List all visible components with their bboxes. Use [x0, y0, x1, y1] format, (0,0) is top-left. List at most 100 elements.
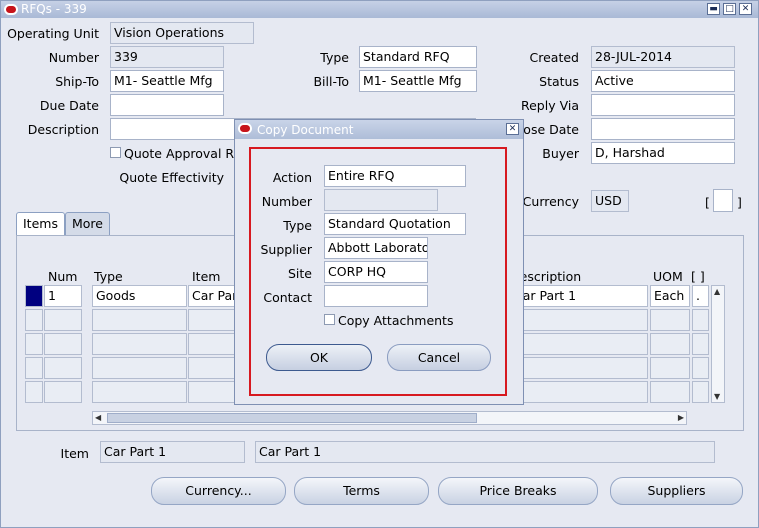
created-field: 28-JUL-2014: [591, 46, 735, 68]
empty-cell[interactable]: [44, 357, 82, 379]
empty-cell[interactable]: [650, 333, 690, 355]
dialog-type-label: Type: [283, 218, 312, 233]
close-icon[interactable]: ✕: [739, 3, 752, 15]
empty-cell[interactable]: [692, 333, 709, 355]
row-item-cell[interactable]: Car Part 1: [188, 285, 238, 307]
dialog-action-label: Action: [272, 170, 312, 185]
empty-cell[interactable]: [650, 357, 690, 379]
item-label: Item: [60, 446, 89, 461]
empty-cell[interactable]: [510, 309, 648, 331]
dialog-title: Copy Document: [257, 123, 354, 137]
bill-to-field[interactable]: M1- Seattle Mfg: [359, 70, 477, 92]
empty-cell[interactable]: [44, 309, 82, 331]
empty-cell[interactable]: [692, 381, 709, 403]
scroll-left-icon[interactable]: ◀: [95, 413, 101, 422]
empty-cell[interactable]: [650, 309, 690, 331]
tab-more[interactable]: More: [65, 212, 110, 235]
ok-button[interactable]: OK: [266, 344, 372, 371]
window-title: RFQs - 339: [21, 2, 87, 16]
dialog-contact-label: Contact: [263, 290, 312, 305]
item-description-field: Car Part 1: [255, 441, 715, 463]
dialog-close-icon[interactable]: ✕: [506, 123, 519, 135]
status-field[interactable]: Active: [591, 70, 735, 92]
currency-button[interactable]: Currency...: [151, 477, 286, 505]
due-date-label: Due Date: [39, 98, 99, 113]
title-bar: RFQs - 339 ▬ □ ✕: [1, 1, 758, 18]
minimize-icon[interactable]: ▬: [707, 3, 720, 15]
suppliers-button[interactable]: Suppliers: [610, 477, 743, 505]
empty-cell[interactable]: [692, 357, 709, 379]
scroll-right-icon[interactable]: ▶: [678, 413, 684, 422]
due-date-field[interactable]: [110, 94, 224, 116]
row-selector[interactable]: [25, 333, 43, 355]
copy-attachments-checkbox[interactable]: [324, 314, 335, 325]
row-num-cell[interactable]: 1: [44, 285, 82, 307]
dialog-type-field[interactable]: Standard Quotation: [324, 213, 466, 235]
created-label: Created: [529, 50, 579, 65]
buyer-field[interactable]: D, Harshad: [591, 142, 735, 164]
dialog-supplier-label: Supplier: [260, 242, 312, 257]
empty-cell[interactable]: [510, 381, 648, 403]
quote-approval-label: Quote Approval Rec: [124, 146, 249, 161]
flexfield-box[interactable]: [713, 189, 733, 212]
empty-cell[interactable]: [92, 381, 187, 403]
vertical-scrollbar[interactable]: ▲ ▼: [711, 285, 725, 403]
dialog-supplier-field[interactable]: Abbott Laboratorie: [324, 237, 428, 259]
row-selector[interactable]: [25, 309, 43, 331]
dialog-number-label: Number: [261, 194, 312, 209]
terms-button[interactable]: Terms: [294, 477, 429, 505]
dialog-site-field[interactable]: CORP HQ: [324, 261, 428, 283]
empty-cell[interactable]: [692, 309, 709, 331]
quote-approval-checkbox[interactable]: [110, 147, 121, 158]
copy-attachments-label: Copy Attachments: [338, 313, 454, 328]
col-select-header: [ ]: [691, 269, 705, 284]
currency-field: USD: [591, 190, 629, 212]
col-num-header: Num: [48, 269, 78, 284]
empty-cell[interactable]: [44, 333, 82, 355]
scroll-up-icon[interactable]: ▲: [714, 287, 720, 296]
type-field[interactable]: Standard RFQ: [359, 46, 477, 68]
operating-unit-label: Operating Unit: [7, 26, 99, 41]
horizontal-scrollbar[interactable]: ◀ ▶: [92, 411, 687, 425]
empty-cell[interactable]: [188, 333, 238, 355]
scroll-down-icon[interactable]: ▼: [714, 392, 720, 401]
empty-cell[interactable]: [188, 309, 238, 331]
row-selector[interactable]: [25, 357, 43, 379]
empty-cell[interactable]: [650, 381, 690, 403]
row-select-cell[interactable]: .: [692, 285, 709, 307]
reply-via-field[interactable]: [591, 94, 735, 116]
number-field: 339: [110, 46, 224, 68]
row-uom-cell[interactable]: Each: [650, 285, 690, 307]
dialog-title-bar: Copy Document ✕: [235, 120, 523, 139]
empty-cell[interactable]: [510, 357, 648, 379]
empty-cell[interactable]: [188, 381, 238, 403]
ship-to-field[interactable]: M1- Seattle Mfg: [110, 70, 224, 92]
empty-cell[interactable]: [92, 333, 187, 355]
empty-cell[interactable]: [92, 357, 187, 379]
oracle-logo-icon: [238, 123, 252, 134]
empty-cell[interactable]: [188, 357, 238, 379]
ship-to-label: Ship-To: [55, 74, 99, 89]
empty-cell[interactable]: [510, 333, 648, 355]
tab-items[interactable]: Items: [16, 212, 65, 235]
cancel-button[interactable]: Cancel: [387, 344, 491, 371]
row-selector[interactable]: [25, 381, 43, 403]
reply-via-label: Reply Via: [520, 98, 579, 113]
dialog-contact-field[interactable]: [324, 285, 428, 307]
empty-cell[interactable]: [44, 381, 82, 403]
row-type-cell[interactable]: Goods: [92, 285, 187, 307]
row-description-cell[interactable]: Car Part 1: [510, 285, 648, 307]
operating-unit-field: Vision Operations: [110, 22, 254, 44]
empty-cell[interactable]: [92, 309, 187, 331]
flex-bracket-left: [: [705, 195, 710, 210]
close-date-field[interactable]: [591, 118, 735, 140]
price-breaks-button[interactable]: Price Breaks: [438, 477, 598, 505]
quote-effectivity-label: Quote Effectivity: [119, 170, 224, 185]
maximize-icon[interactable]: □: [723, 3, 736, 15]
status-label: Status: [539, 74, 579, 89]
dialog-action-field[interactable]: Entire RFQ: [324, 165, 466, 187]
type-label: Type: [320, 50, 349, 65]
flex-bracket-right: ]: [737, 195, 742, 210]
row-selector-current[interactable]: [25, 285, 43, 307]
scroll-thumb[interactable]: [107, 413, 477, 423]
